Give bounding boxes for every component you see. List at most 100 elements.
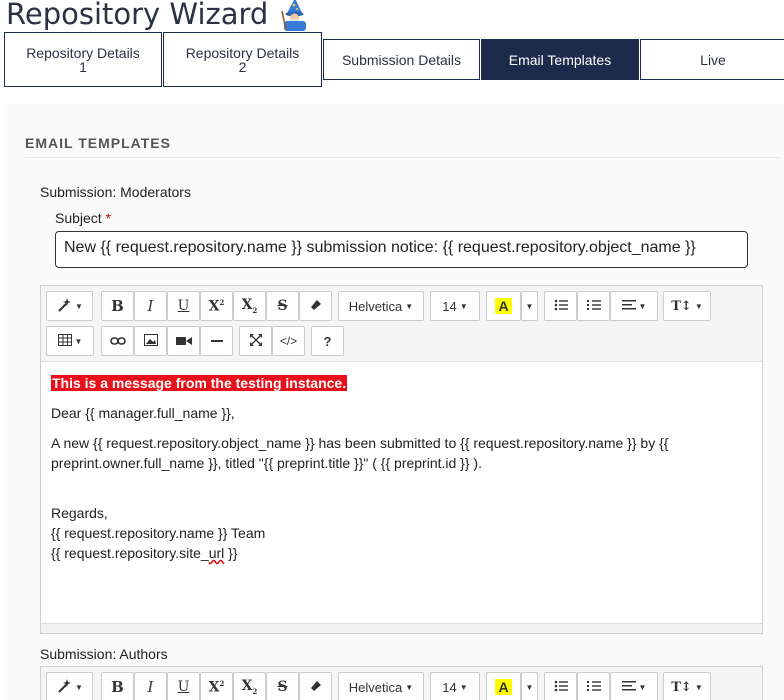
tab-submission-details[interactable]: Submission Details — [323, 39, 480, 80]
table-button[interactable]: ▼ — [46, 326, 94, 356]
align-button[interactable]: ▼ — [610, 672, 658, 700]
editor-resize-bar[interactable] — [41, 623, 762, 633]
bold-icon: B — [111, 678, 124, 696]
superscript-button[interactable]: X2 — [200, 291, 233, 321]
image-button[interactable] — [134, 326, 167, 356]
superscript-icon: X2 — [208, 297, 225, 315]
font-family-value: Helvetica — [348, 679, 403, 695]
tab-live[interactable]: Live — [640, 39, 784, 80]
bullet-list-icon — [554, 680, 568, 695]
site-url-word: url — [208, 545, 225, 561]
help-button[interactable]: ? — [311, 326, 344, 356]
highlight-a-icon: A — [495, 298, 512, 314]
subject-label: Subject * — [55, 210, 111, 226]
superscript-button[interactable]: X2 — [200, 672, 233, 700]
horizontal-rule-icon — [210, 340, 223, 342]
chevron-down-icon: ▼ — [525, 682, 534, 692]
help-icon: ? — [323, 333, 332, 349]
italic-button[interactable]: I — [134, 291, 167, 321]
numbered-list-icon — [586, 680, 601, 695]
strikethrough-icon: S — [277, 298, 288, 314]
font-family-select[interactable]: Helvetica ▼ — [338, 672, 424, 700]
horizontal-rule-button[interactable] — [200, 326, 233, 356]
eraser-icon — [309, 298, 323, 315]
required-mark: * — [105, 210, 112, 226]
line-height-button[interactable]: T↕ ▼ — [663, 672, 711, 700]
bullet-list-button[interactable] — [544, 672, 577, 700]
fullscreen-button[interactable] — [239, 326, 272, 356]
color-dropdown-button[interactable]: ▼ — [521, 291, 538, 321]
tab-label: Repository Details 2 — [185, 44, 300, 75]
underline-icon: U — [177, 298, 190, 314]
chevron-down-icon: ▼ — [75, 301, 83, 311]
site-url-prefix: {{ request.repository.site_ — [51, 545, 209, 561]
video-icon — [175, 334, 192, 349]
tab-label: Submission Details — [341, 51, 462, 68]
strikethrough-button[interactable]: S — [266, 291, 299, 321]
magic-style-button[interactable]: ▼ — [46, 291, 93, 321]
line-height-button[interactable]: T↕ ▼ — [663, 291, 711, 321]
tab-repository-details-1[interactable]: Repository Details 1 — [4, 32, 162, 87]
authors-label: Submission: Authors — [40, 646, 168, 662]
code-view-button[interactable]: </> — [272, 326, 305, 356]
subject-input[interactable]: New {{ request.repository.name }} submis… — [55, 231, 748, 268]
numbered-list-button[interactable] — [577, 672, 610, 700]
video-button[interactable] — [167, 326, 200, 356]
color-dropdown-button[interactable]: ▼ — [521, 672, 538, 700]
subscript-button[interactable]: X2 — [233, 672, 266, 700]
code-icon: </> — [279, 334, 298, 348]
image-icon — [143, 333, 158, 349]
wizard-icon — [278, 0, 312, 31]
font-size-select[interactable]: 14 ▼ — [430, 672, 480, 700]
clear-format-button[interactable] — [299, 672, 332, 700]
page-title: Repository Wizard — [6, 0, 312, 34]
section-divider — [25, 157, 779, 158]
magic-style-button[interactable]: ▼ — [46, 672, 93, 700]
site-url-suffix: }} — [224, 545, 238, 561]
link-icon — [109, 334, 126, 349]
subject-label-text: Subject — [55, 210, 102, 226]
bold-button[interactable]: B — [101, 291, 134, 321]
tab-label: Repository Details 1 — [26, 44, 140, 75]
bold-button[interactable]: B — [101, 672, 134, 700]
strikethrough-button[interactable]: S — [266, 672, 299, 700]
site-url-line: {{ request.repository.site_url }} — [51, 543, 751, 563]
chevron-down-icon: ▼ — [74, 336, 83, 346]
highlight-a-icon: A — [495, 679, 512, 695]
tab-repository-details-2[interactable]: Repository Details 2 — [163, 32, 322, 87]
strikethrough-icon: S — [277, 679, 288, 695]
bullet-list-button[interactable] — [544, 291, 577, 321]
testing-instance-banner: This is a message from the testing insta… — [51, 375, 348, 391]
section-heading: EMAIL TEMPLATES — [25, 135, 171, 151]
chevron-down-icon: ▼ — [405, 682, 414, 692]
chevron-down-icon: ▼ — [694, 301, 703, 311]
italic-button[interactable]: I — [134, 672, 167, 700]
clear-format-button[interactable] — [299, 291, 332, 321]
font-family-select[interactable]: Helvetica ▼ — [338, 291, 424, 321]
bold-icon: B — [111, 297, 124, 315]
superscript-icon: X2 — [208, 678, 225, 696]
editor-content[interactable]: This is a message from the testing insta… — [51, 373, 751, 563]
chevron-down-icon: ▼ — [638, 682, 647, 692]
rich-text-editor: ▼ B I U X2 X2 S Helvetica ▼ 14 ▼ A ▼ ▼ T↕ ▼ — [40, 285, 763, 634]
align-left-icon — [621, 680, 636, 695]
tab-email-templates[interactable]: Email Templates — [481, 39, 639, 80]
fullscreen-icon — [249, 333, 262, 349]
font-size-value: 14 — [442, 298, 457, 314]
highlight-color-button[interactable]: A — [486, 291, 521, 321]
align-button[interactable]: ▼ — [610, 291, 658, 321]
highlight-color-button[interactable]: A — [486, 672, 521, 700]
team-line: {{ request.repository.name }} Team — [51, 525, 266, 541]
eraser-icon — [309, 679, 323, 696]
underline-button[interactable]: U — [167, 291, 200, 321]
link-button[interactable] — [101, 326, 134, 356]
underline-button[interactable]: U — [167, 672, 200, 700]
numbered-list-button[interactable] — [577, 291, 610, 321]
chevron-down-icon: ▼ — [405, 301, 414, 311]
line-height-icon: T↕ — [671, 298, 692, 314]
align-left-icon — [621, 299, 636, 314]
subscript-button[interactable]: X2 — [233, 291, 266, 321]
font-size-select[interactable]: 14 ▼ — [430, 291, 480, 321]
subscript-icon: X2 — [241, 678, 258, 696]
